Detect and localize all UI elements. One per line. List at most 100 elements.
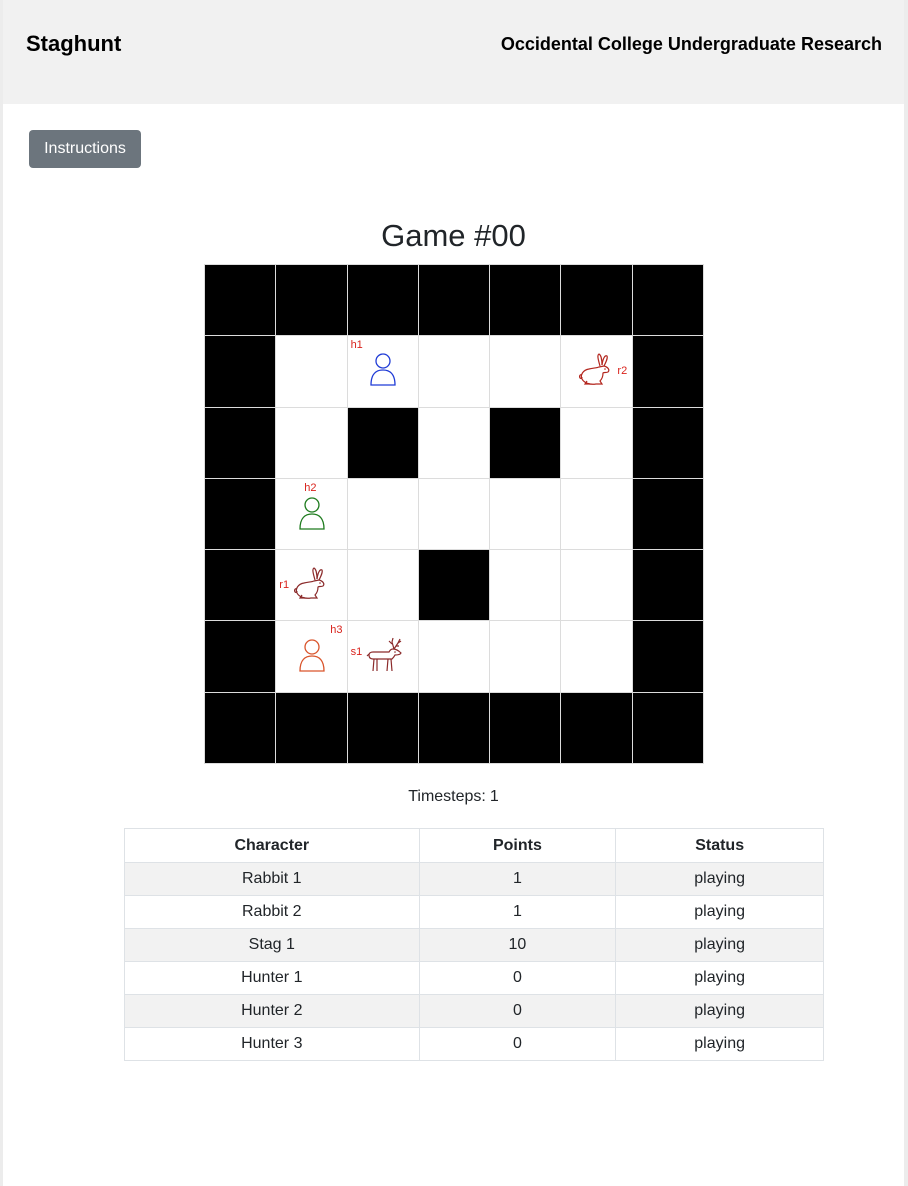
- floor-cell: [490, 336, 561, 407]
- floor-cell: [418, 407, 490, 478]
- table-row: Rabbit 1 1 playing: [124, 862, 824, 896]
- character-cell: Stag 1: [124, 928, 420, 962]
- game-title: Game #00: [381, 218, 526, 253]
- floor-cell: [418, 621, 490, 692]
- floor-cell: [561, 621, 632, 692]
- piece-label: s1: [350, 646, 363, 659]
- rabbit-piece-r2: r2: [561, 336, 631, 406]
- hunter-icon: [297, 496, 327, 537]
- piece-label: r2: [617, 365, 628, 378]
- wall-cell: [347, 265, 418, 336]
- points-cell: 0: [418, 994, 617, 1028]
- hunter-icon: [368, 352, 398, 393]
- floor-cell: s1: [347, 621, 418, 692]
- rabbit-piece-r1: r1: [276, 550, 346, 620]
- floor-cell: [276, 407, 347, 478]
- wall-cell: [632, 407, 703, 478]
- status-cell: playing: [615, 862, 824, 896]
- timesteps-value: 1: [489, 788, 499, 805]
- wall-cell: [632, 265, 703, 336]
- table-row: Hunter 2 0 playing: [124, 994, 824, 1028]
- points-cell: 1: [418, 895, 617, 929]
- column-header-points: Points: [418, 828, 617, 863]
- hunter-icon: [297, 638, 327, 679]
- points-cell: 0: [418, 961, 617, 995]
- floor-cell: [561, 550, 632, 621]
- floor-cell: [490, 550, 561, 621]
- table-header-row: Character Points Status: [124, 828, 824, 863]
- wall-cell: [632, 621, 703, 692]
- character-cell: Hunter 1: [124, 961, 420, 995]
- wall-cell: [490, 692, 561, 763]
- wall-cell: [418, 692, 490, 763]
- floor-cell: [561, 407, 632, 478]
- floor-cell: [418, 336, 490, 407]
- wall-cell: [561, 265, 632, 336]
- stag-piece-s1: s1: [348, 621, 418, 691]
- wall-cell: [205, 336, 276, 407]
- floor-cell: h2: [276, 478, 347, 550]
- wall-cell: [205, 692, 276, 763]
- wall-cell: [632, 550, 703, 621]
- floor-cell: r2: [561, 336, 632, 407]
- floor-cell: h1: [347, 336, 418, 407]
- instructions-button[interactable]: Instructions: [29, 130, 141, 168]
- wall-cell: [347, 692, 418, 763]
- wall-cell: [418, 550, 490, 621]
- column-header-character: Character: [124, 828, 420, 863]
- rabbit-icon: [577, 353, 613, 392]
- table-row: Stag 1 10 playing: [124, 928, 824, 962]
- character-cell: Rabbit 1: [124, 862, 420, 896]
- page: Staghunt Occidental College Undergraduat…: [3, 0, 904, 1186]
- wall-cell: [632, 692, 703, 763]
- wall-cell: [561, 692, 632, 763]
- wall-cell: [418, 265, 490, 336]
- wall-cell: [632, 478, 703, 550]
- character-cell: Rabbit 2: [124, 895, 420, 929]
- floor-cell: [561, 478, 632, 550]
- scores-table: Character Points Status Rabbit 1 1 playi…: [124, 828, 824, 1061]
- timesteps-label: Timesteps:: [408, 788, 486, 805]
- points-cell: 10: [418, 928, 617, 962]
- status-cell: playing: [615, 895, 824, 929]
- wall-cell: [490, 407, 561, 478]
- status-cell: playing: [615, 961, 824, 995]
- wall-cell: [205, 478, 276, 550]
- stag-icon: [365, 637, 405, 678]
- hunter-piece-h2: h2: [276, 479, 346, 549]
- floor-cell: [347, 478, 418, 550]
- piece-label: h1: [350, 339, 363, 352]
- wall-cell: [276, 265, 347, 336]
- top-navbar: Staghunt Occidental College Undergraduat…: [3, 0, 904, 104]
- organization-title: Occidental College Undergraduate Researc…: [500, 34, 882, 54]
- wall-cell: [205, 265, 276, 336]
- wall-cell: [205, 407, 276, 478]
- column-header-status: Status: [615, 828, 824, 863]
- status-cell: playing: [615, 1027, 824, 1061]
- wall-cell: [276, 692, 347, 763]
- wall-cell: [632, 336, 703, 407]
- floor-cell: [418, 478, 490, 550]
- hunter-piece-h3: h3: [276, 621, 346, 691]
- wall-cell: [347, 407, 418, 478]
- floor-cell: [490, 621, 561, 692]
- floor-cell: [347, 550, 418, 621]
- character-cell: Hunter 2: [124, 994, 420, 1028]
- floor-cell: h3: [276, 621, 347, 692]
- piece-label: h3: [330, 624, 343, 637]
- points-cell: 1: [418, 862, 617, 896]
- floor-cell: [276, 336, 347, 407]
- status-cell: playing: [615, 928, 824, 962]
- status-cell: playing: [615, 994, 824, 1028]
- floor-cell: r1: [276, 550, 347, 621]
- hunter-piece-h1: h1: [348, 336, 418, 406]
- wall-cell: [490, 265, 561, 336]
- floor-cell: [490, 478, 561, 550]
- wall-cell: [205, 621, 276, 692]
- game-board: h1 r2 h2 r1 h3 s1: [204, 264, 704, 764]
- piece-label: h2: [304, 481, 317, 494]
- table-row: Hunter 3 0 playing: [124, 1027, 824, 1061]
- brand-title[interactable]: Staghunt: [26, 31, 121, 57]
- table-row: Hunter 1 0 playing: [124, 961, 824, 995]
- points-cell: 0: [418, 1027, 617, 1061]
